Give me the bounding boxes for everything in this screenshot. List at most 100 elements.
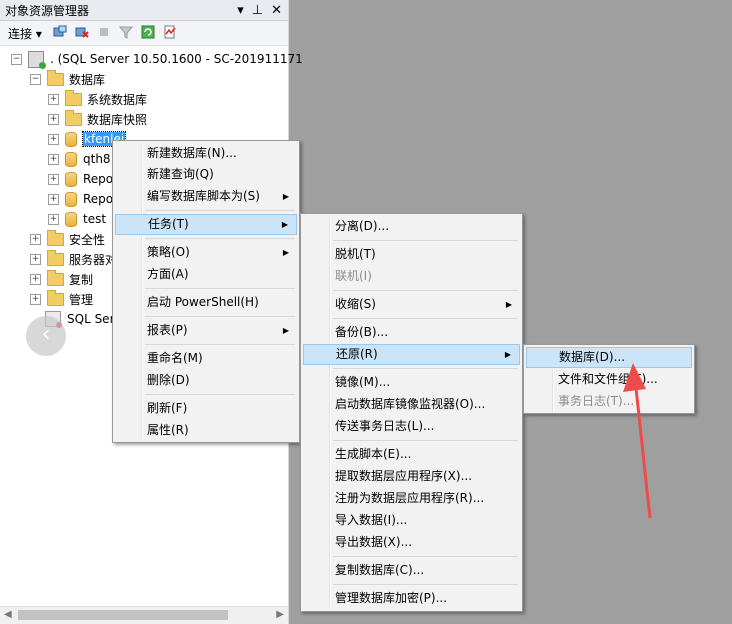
filter-icon[interactable] (118, 24, 134, 40)
dropdown-icon[interactable]: ▾ (237, 3, 244, 18)
refresh-icon[interactable] (140, 24, 156, 40)
menu-script-database[interactable]: 编写数据库脚本为(S) ▶ (115, 186, 297, 207)
horizontal-scrollbar[interactable]: ◀ ▶ (0, 606, 288, 624)
folder-icon (47, 289, 64, 306)
menu-restore[interactable]: 还原(R) ▶ (303, 344, 520, 365)
menu-powershell[interactable]: 启动 PowerShell(H) (115, 292, 297, 313)
menu-extract-dac[interactable]: 提取数据层应用程序(X)... (303, 466, 520, 487)
menu-restore-files[interactable]: 文件和文件组(F)... (526, 369, 692, 390)
menu-restore-database[interactable]: 数据库(D)... (526, 347, 692, 368)
menu-backup[interactable]: 备份(B)... (303, 322, 520, 343)
panel-title: 对象资源管理器 (5, 4, 90, 18)
tree-server-node[interactable]: − . (SQL Server 10.50.1600 - SC-20191117… (11, 49, 303, 69)
connect-icon[interactable] (52, 24, 68, 40)
pin-icon[interactable]: ⊥ (252, 3, 263, 18)
submenu-arrow-icon: ▶ (282, 248, 289, 257)
menu-copy-database[interactable]: 复制数据库(C)... (303, 560, 520, 581)
expand-icon[interactable]: + (48, 173, 59, 185)
tree-management-node[interactable]: + 管理 (30, 289, 93, 309)
submenu-arrow-icon: ▶ (505, 300, 512, 309)
system-dbs-label: 系统数据库 (87, 92, 148, 107)
panel-titlebar: 对象资源管理器 ▾ ⊥ ✕ (0, 0, 288, 21)
scroll-left-icon[interactable]: ◀ (4, 609, 12, 620)
snapshots-label: 数据库快照 (87, 112, 148, 127)
expand-icon[interactable]: + (30, 273, 41, 285)
folder-icon (65, 109, 82, 126)
menu-reports[interactable]: 报表(P) ▶ (115, 320, 297, 341)
scroll-right-icon[interactable]: ▶ (276, 609, 284, 620)
menu-policies[interactable]: 策略(O) ▶ (115, 242, 297, 263)
back-arrow-icon[interactable]: ‹ (26, 316, 66, 356)
expand-icon[interactable]: + (48, 213, 59, 225)
expand-icon[interactable]: + (48, 193, 59, 205)
menu-take-offline[interactable]: 脱机(T) (303, 244, 520, 265)
submenu-arrow-icon: ▶ (281, 220, 288, 229)
expand-icon[interactable]: + (30, 253, 41, 265)
activity-monitor-icon[interactable] (162, 24, 178, 40)
db-label: Repo (83, 172, 114, 186)
tree-db-repo-2[interactable]: + Repo (48, 189, 113, 209)
folder-icon (47, 229, 64, 246)
menu-export-data[interactable]: 导出数据(X)... (303, 532, 520, 553)
server-label: . (SQL Server 10.50.1600 - SC-201911171 (50, 52, 303, 66)
menu-facets[interactable]: 方面(A) (115, 264, 297, 285)
menu-import-data[interactable]: 导入数据(I)... (303, 510, 520, 531)
database-icon (65, 191, 77, 207)
collapse-icon[interactable]: − (30, 73, 41, 85)
database-icon (65, 151, 77, 167)
expand-icon[interactable]: + (48, 153, 59, 165)
expand-icon[interactable]: + (48, 93, 59, 105)
menu-delete[interactable]: 删除(D) (115, 370, 297, 391)
tree-server-objects-node[interactable]: + 服务器对 (30, 249, 117, 269)
tree-replication-node[interactable]: + 复制 (30, 269, 93, 289)
security-label: 安全性 (69, 232, 106, 247)
folder-icon (65, 89, 82, 106)
close-icon[interactable]: ✕ (271, 3, 282, 18)
menu-mirror-monitor[interactable]: 启动数据库镜像监视器(O)... (303, 394, 520, 415)
menu-generate-scripts[interactable]: 生成脚本(E)... (303, 444, 520, 465)
disconnect-icon[interactable] (74, 24, 90, 40)
menu-manage-encryption[interactable]: 管理数据库加密(P)... (303, 588, 520, 609)
collapse-icon[interactable]: − (11, 53, 22, 65)
database-context-menu: 新建数据库(N)... 新建查询(Q) 编写数据库脚本为(S) ▶ 任务(T) ▶ … (112, 140, 300, 443)
tree-db-qth8[interactable]: + qth8 (48, 149, 111, 169)
expand-icon[interactable]: + (48, 113, 59, 125)
tree-db-repo-1[interactable]: + Repo (48, 169, 113, 189)
menu-register-dac[interactable]: 注册为数据层应用程序(R)... (303, 488, 520, 509)
explorer-toolbar: 连接 ▾ (0, 21, 288, 46)
tree-security-node[interactable]: + 安全性 (30, 229, 105, 249)
tree-db-test[interactable]: + test (48, 209, 106, 229)
folder-icon (47, 249, 64, 266)
menu-log-shipping[interactable]: 传送事务日志(L)... (303, 416, 520, 437)
submenu-arrow-icon: ▶ (282, 192, 289, 201)
menu-shrink[interactable]: 收缩(S) ▶ (303, 294, 520, 315)
menu-new-query[interactable]: 新建查询(Q) (115, 164, 297, 185)
tree-snapshots-node[interactable]: + 数据库快照 (48, 109, 147, 129)
database-icon (65, 131, 77, 147)
connect-button[interactable]: 连接 ▾ (8, 25, 42, 42)
submenu-arrow-icon: ▶ (504, 350, 511, 359)
tree-databases-node[interactable]: − 数据库 (30, 69, 105, 89)
folder-icon (47, 269, 64, 286)
expand-icon[interactable]: + (30, 293, 41, 305)
db-label: Repo (83, 192, 114, 206)
server-icon (28, 50, 46, 69)
menu-new-database[interactable]: 新建数据库(N)... (115, 143, 297, 164)
menu-rename[interactable]: 重命名(M) (115, 348, 297, 369)
menu-properties[interactable]: 属性(R) (115, 420, 297, 441)
tasks-submenu: 分离(D)... 脱机(T) 联机(I) 收缩(S) ▶ 备份(B)... 还原(… (300, 213, 523, 612)
menu-tasks[interactable]: 任务(T) ▶ (115, 214, 297, 235)
db-label: test (83, 212, 107, 226)
expand-icon[interactable]: + (30, 233, 41, 245)
tree-system-dbs-node[interactable]: + 系统数据库 (48, 89, 147, 109)
folder-icon (47, 69, 64, 86)
expand-icon[interactable]: + (48, 133, 59, 145)
menu-mirror[interactable]: 镜像(M)... (303, 372, 520, 393)
menu-shrink-label: 收缩(S) (335, 297, 376, 311)
menu-refresh[interactable]: 刷新(F) (115, 398, 297, 419)
db-label: qth8 (83, 152, 111, 166)
scroll-thumb[interactable] (18, 610, 228, 620)
stop-icon[interactable] (96, 24, 112, 40)
menu-detach[interactable]: 分离(D)... (303, 216, 520, 237)
menu-restore-tlog: 事务日志(T)... (558, 394, 635, 408)
